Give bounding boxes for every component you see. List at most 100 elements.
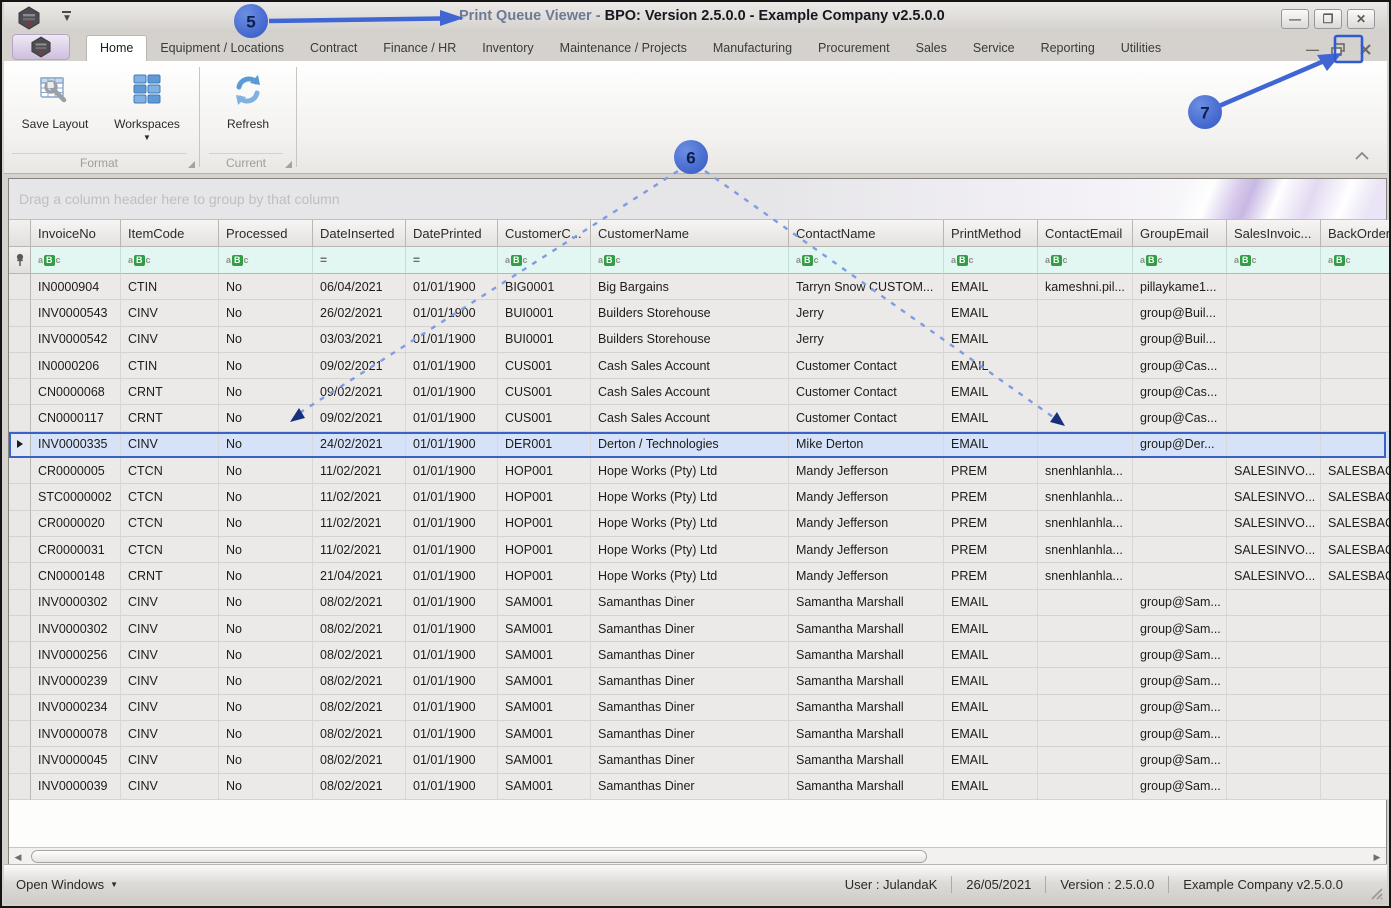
cell[interactable]: group@Buil... [1133,327,1227,353]
cell[interactable]: Hope Works (Pty) Ltd [591,537,789,563]
cell[interactable]: SALESBAC [1321,484,1391,510]
cell[interactable]: No [219,563,313,589]
cell[interactable]: CTCN [121,511,219,537]
cell[interactable]: SALESBAC [1321,563,1391,589]
cell[interactable]: group@Sam... [1133,774,1227,800]
cell[interactable]: 01/01/1900 [406,695,498,721]
cell[interactable]: No [219,616,313,642]
column-header-customername[interactable]: CustomerName [591,220,789,247]
cell[interactable]: BUI0001 [498,300,591,326]
tab-contract[interactable]: Contract [297,36,370,61]
cell[interactable]: Samantha Marshall [789,721,944,747]
cell[interactable]: EMAIL [944,379,1038,405]
grid-row-CN0000117[interactable]: CN0000117CRNTNo09/02/202101/01/1900CUS00… [9,405,1386,431]
ribbon-close-icon[interactable] [1358,42,1373,57]
cell[interactable]: 01/01/1900 [406,458,498,484]
cell[interactable] [1227,642,1321,668]
cell[interactable]: CRNT [121,379,219,405]
cell[interactable] [1227,353,1321,379]
cell[interactable]: Samantha Marshall [789,616,944,642]
cell[interactable]: EMAIL [944,590,1038,616]
filter-cell-contactname[interactable]: aBc [789,247,944,274]
cell[interactable]: IN0000206 [31,353,121,379]
column-header-customerc[interactable]: CustomerC... [498,220,591,247]
cell[interactable] [1038,616,1133,642]
cell[interactable]: SALESINVO... [1227,458,1321,484]
cell[interactable]: INV0000045 [31,747,121,773]
cell[interactable]: snenhlanhla... [1038,563,1133,589]
tab-service[interactable]: Service [960,36,1028,61]
column-header-dateinserted[interactable]: DateInserted [313,220,406,247]
filter-cell-invoiceno[interactable]: aBc [31,247,121,274]
cell[interactable]: PREM [944,537,1038,563]
tab-inventory[interactable]: Inventory [469,36,546,61]
cell[interactable]: INV0000256 [31,642,121,668]
filter-cell-processed[interactable]: aBc [219,247,313,274]
cell[interactable]: Samanthas Diner [591,774,789,800]
cell[interactable] [1133,563,1227,589]
cell[interactable]: PREM [944,563,1038,589]
cell[interactable]: SAM001 [498,668,591,694]
column-header-dateprinted[interactable]: DatePrinted [406,220,498,247]
cell[interactable]: 24/02/2021 [313,432,406,458]
filter-cell-itemcode[interactable]: aBc [121,247,219,274]
cell[interactable] [1227,405,1321,431]
grid-row-INV0000234[interactable]: INV0000234CINVNo08/02/202101/01/1900SAM0… [9,695,1386,721]
grid-row-STC0000002[interactable]: STC0000002CTCNNo11/02/202101/01/1900HOP0… [9,484,1386,510]
resize-grip-icon[interactable] [1369,886,1383,900]
cell[interactable]: Mandy Jefferson [789,511,944,537]
cell[interactable]: 08/02/2021 [313,616,406,642]
maximize-button[interactable]: ❐ [1314,9,1342,29]
cell[interactable]: INV0000239 [31,668,121,694]
cell[interactable] [1038,721,1133,747]
ribbon-collapse-icon[interactable] [1355,149,1369,163]
cell[interactable]: 08/02/2021 [313,721,406,747]
cell[interactable]: No [219,590,313,616]
cell[interactable]: Samanthas Diner [591,668,789,694]
cell[interactable]: EMAIL [944,774,1038,800]
cell[interactable]: EMAIL [944,747,1038,773]
cell[interactable]: 08/02/2021 [313,774,406,800]
filter-cell-backorder[interactable]: aBc [1321,247,1391,274]
cell[interactable] [1227,721,1321,747]
cell[interactable]: 01/01/1900 [406,668,498,694]
cell[interactable]: Big Bargains [591,274,789,300]
grid-row-INV0000039[interactable]: INV0000039CINVNo08/02/202101/01/1900SAM0… [9,774,1386,800]
cell[interactable]: group@Der... [1133,432,1227,458]
cell[interactable]: IN0000904 [31,274,121,300]
cell[interactable]: INV0000543 [31,300,121,326]
cell[interactable]: No [219,774,313,800]
filter-cell-salesinvoic[interactable]: aBc [1227,247,1321,274]
cell[interactable]: CN0000148 [31,563,121,589]
group-by-panel[interactable]: Drag a column header here to group by th… [9,179,1386,220]
grid-row-INV0000239[interactable]: INV0000239CINVNo08/02/202101/01/1900SAM0… [9,668,1386,694]
filter-row-pin-icon[interactable] [9,247,31,274]
cell[interactable]: Samanthas Diner [591,747,789,773]
cell[interactable]: CUS001 [498,405,591,431]
cell[interactable] [1133,511,1227,537]
cell[interactable]: CR0000020 [31,511,121,537]
cell[interactable]: snenhlanhla... [1038,537,1133,563]
cell[interactable]: INV0000302 [31,590,121,616]
cell[interactable]: CINV [121,774,219,800]
cell[interactable]: 08/02/2021 [313,747,406,773]
cell[interactable]: 01/01/1900 [406,642,498,668]
cell[interactable]: Mandy Jefferson [789,563,944,589]
cell[interactable]: SALESINVO... [1227,537,1321,563]
cell[interactable]: CN0000068 [31,379,121,405]
column-header-processed[interactable]: Processed [219,220,313,247]
cell[interactable]: 09/02/2021 [313,353,406,379]
cell[interactable]: group@Sam... [1133,590,1227,616]
cell[interactable]: group@Sam... [1133,695,1227,721]
cell[interactable] [1038,327,1133,353]
grid-row-CN0000148[interactable]: CN0000148CRNTNo21/04/202101/01/1900HOP00… [9,563,1386,589]
cell[interactable]: 01/01/1900 [406,300,498,326]
current-dialog-launcher-icon[interactable] [285,161,292,168]
grid-row-INV0000302[interactable]: INV0000302CINVNo08/02/202101/01/1900SAM0… [9,590,1386,616]
cell[interactable]: Samanthas Diner [591,590,789,616]
cell[interactable] [1227,590,1321,616]
column-header-invoiceno[interactable]: InvoiceNo [31,220,121,247]
grid-row-CR0000005[interactable]: CR0000005CTCNNo11/02/202101/01/1900HOP00… [9,458,1386,484]
cell[interactable]: 01/01/1900 [406,379,498,405]
open-windows-button[interactable]: Open Windows▼ [16,877,118,892]
